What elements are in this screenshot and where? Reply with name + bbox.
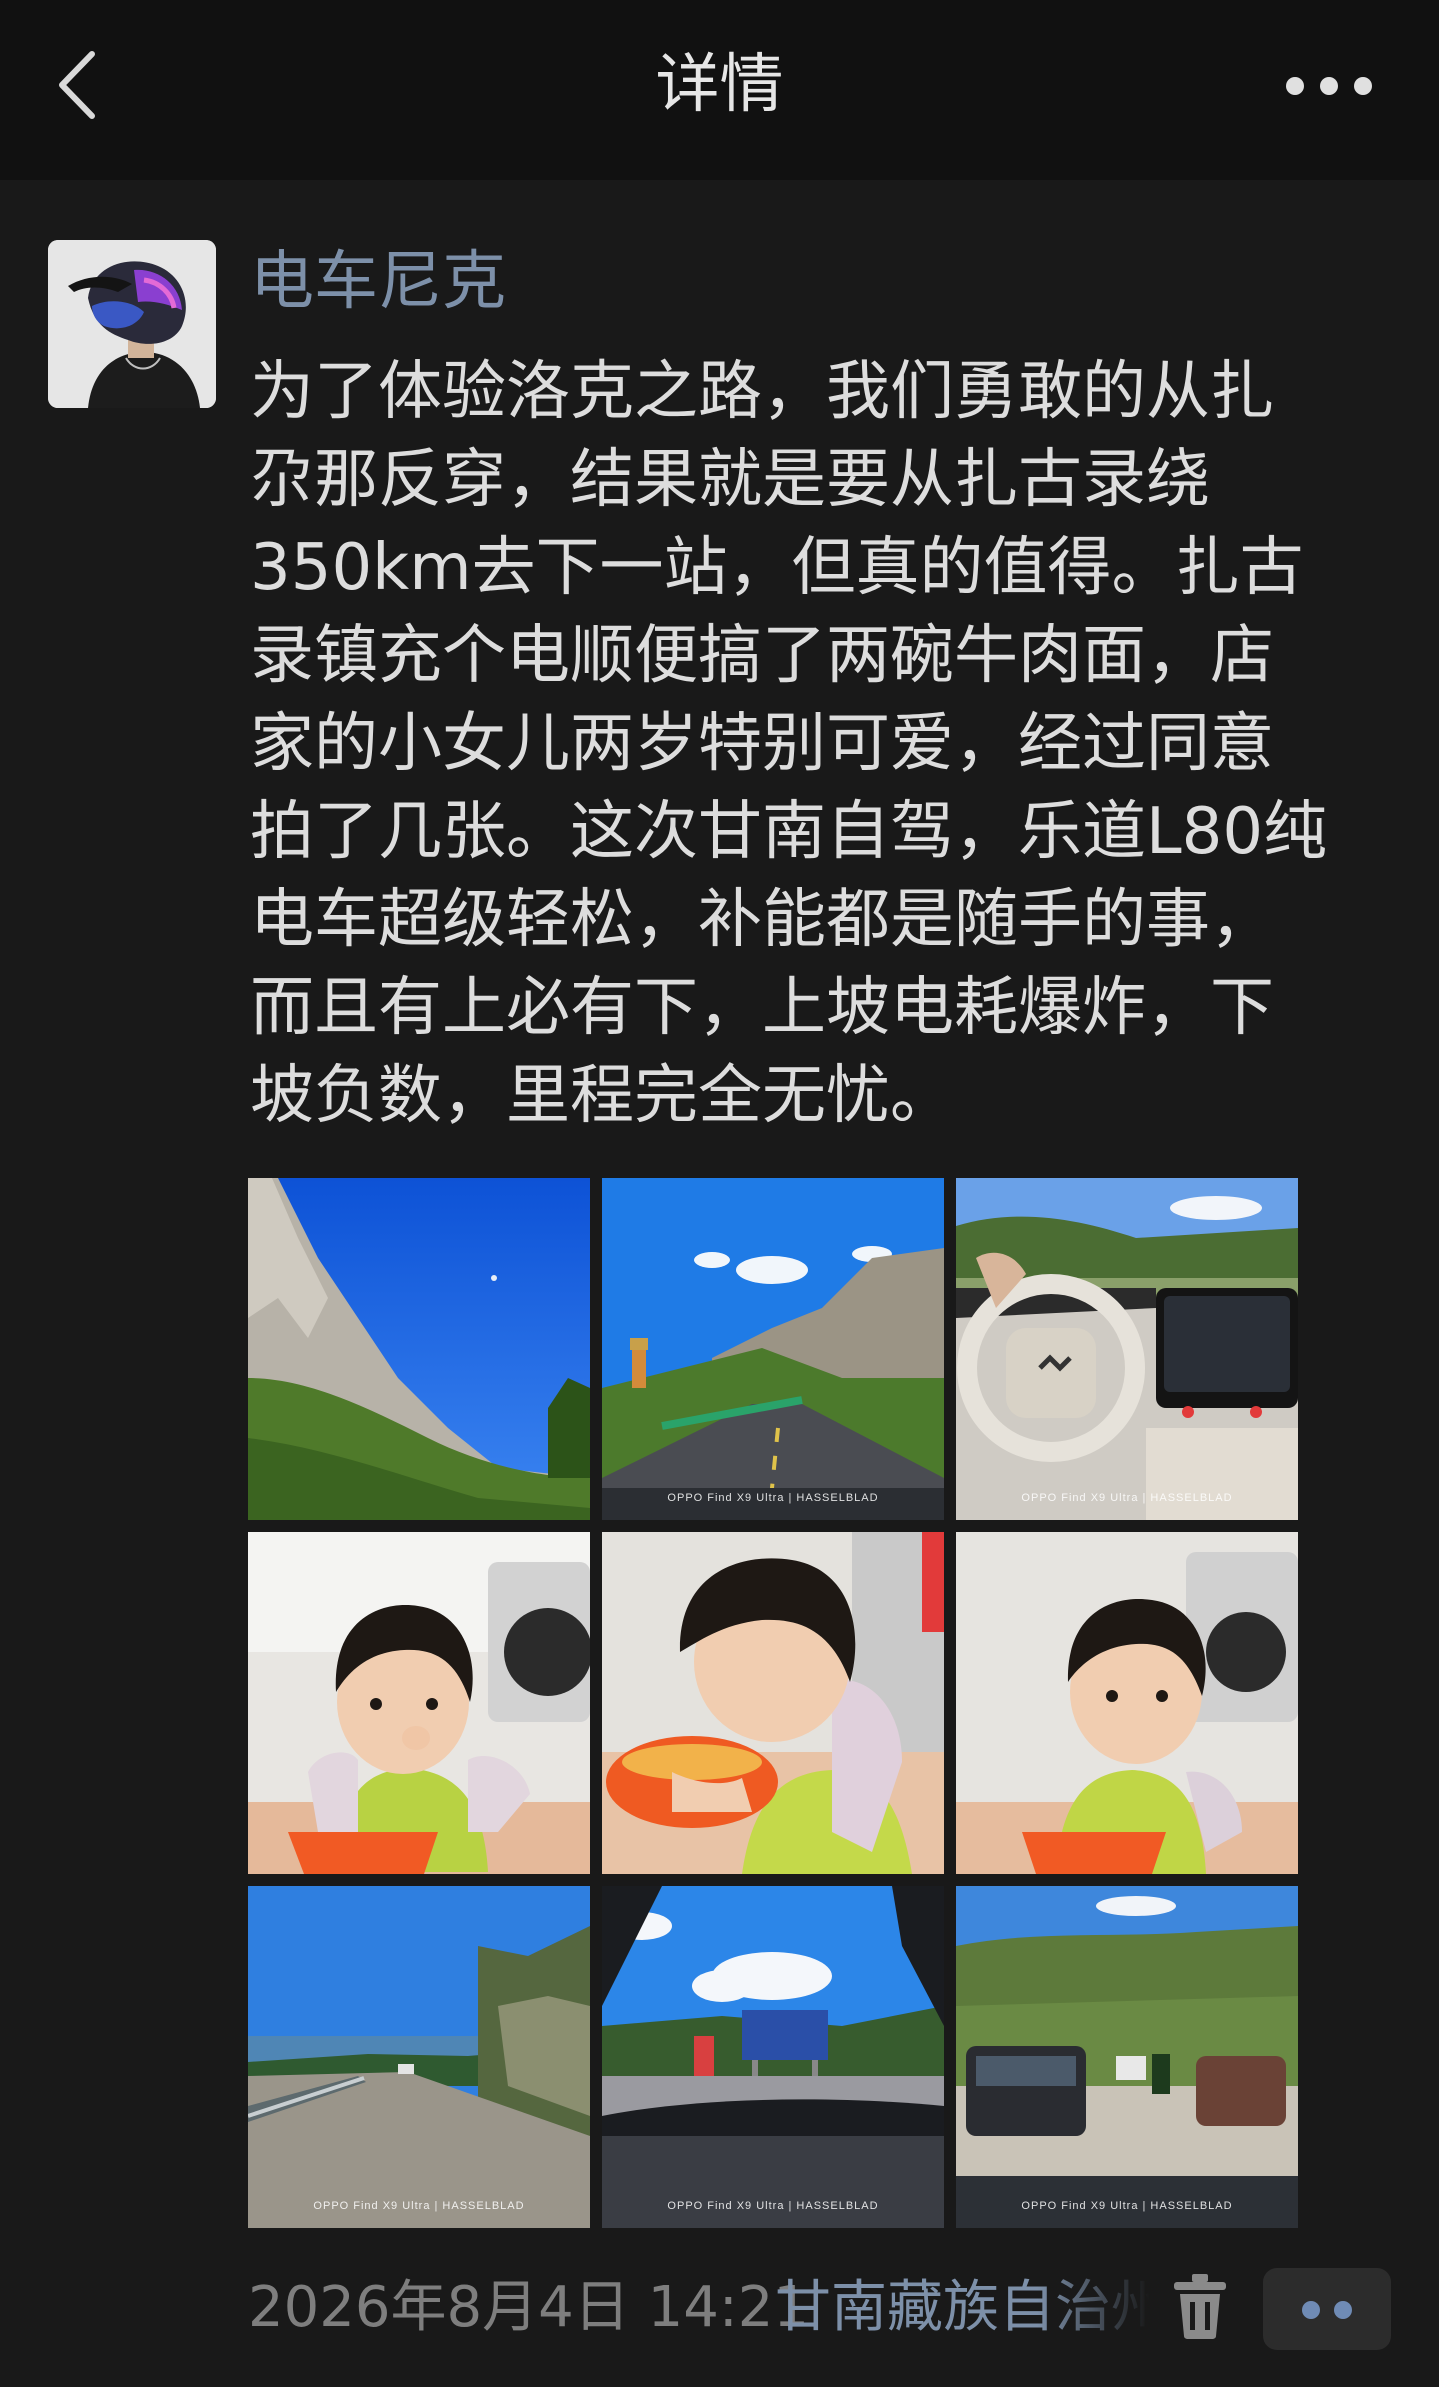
photo-2[interactable]: OPPO Find X9 Ultra | HASSELBLAD — [602, 1178, 944, 1520]
photo-grid: OPPO Find X9 Ultra | HASSELBLAD OPPO Fin… — [248, 1178, 1298, 2230]
camera-watermark: OPPO Find X9 Ultra | HASSELBLAD — [1021, 2200, 1233, 2212]
camera-watermark: OPPO Find X9 Ultra | HASSELBLAD — [313, 2200, 525, 2212]
photo-4[interactable] — [248, 1532, 590, 1874]
moment-detail-page: 详情 电车尼克 为了体验洛克之路，我们勇敢的从扎 尕那反穿，结果就是要从扎古录绕… — [0, 0, 1439, 2387]
girl-eating-image — [956, 1532, 1298, 1874]
girl-eating-image — [248, 1532, 590, 1874]
mountain-cliff-image — [248, 1178, 590, 1520]
cars-on-road-image — [956, 1886, 1298, 2228]
windshield-view-image — [602, 1886, 944, 2228]
camera-watermark: OPPO Find X9 Ultra | HASSELBLAD — [1021, 1492, 1233, 1504]
photo-7[interactable]: OPPO Find X9 Ultra | HASSELBLAD — [248, 1886, 590, 2228]
girl-eating-image — [602, 1532, 944, 1874]
comment-like-button[interactable] — [1263, 2268, 1391, 2350]
photo-5[interactable] — [602, 1532, 944, 1874]
author-avatar[interactable] — [48, 240, 216, 408]
delete-button[interactable] — [1172, 2272, 1228, 2340]
more-horizontal-icon — [1286, 77, 1372, 95]
more-options-button[interactable] — [1269, 48, 1389, 128]
post-location[interactable]: 甘南藏族自治州 — [775, 2268, 1150, 2348]
helmet-rider-avatar-image — [48, 240, 216, 408]
mountain-road-image — [602, 1178, 944, 1520]
top-bar: 详情 — [0, 0, 1439, 180]
chevron-left-icon — [59, 51, 95, 119]
photo-6[interactable] — [956, 1532, 1298, 1874]
back-button[interactable] — [40, 40, 120, 130]
photo-1[interactable] — [248, 1178, 590, 1520]
camera-watermark: OPPO Find X9 Ultra | HASSELBLAD — [667, 1492, 879, 1504]
post-timestamp: 2026年8月4日 14:21 — [248, 2275, 809, 2340]
car-interior-image — [956, 1178, 1298, 1520]
post-text: 为了体验洛克之路，我们勇敢的从扎 尕那反穿，结果就是要从扎古录绕 350km去下… — [250, 355, 1328, 1133]
author-name[interactable]: 电车尼克 — [250, 242, 506, 322]
page-title: 详情 — [655, 48, 784, 122]
photo-8[interactable]: OPPO Find X9 Ultra | HASSELBLAD — [602, 1886, 944, 2228]
camera-watermark: OPPO Find X9 Ultra | HASSELBLAD — [667, 2200, 879, 2212]
mountain-pass-road-image — [248, 1886, 590, 2228]
trash-icon — [1174, 2274, 1226, 2339]
comment-dots-icon — [1302, 2301, 1352, 2319]
photo-9[interactable]: OPPO Find X9 Ultra | HASSELBLAD — [956, 1886, 1298, 2228]
photo-3[interactable]: OPPO Find X9 Ultra | HASSELBLAD — [956, 1178, 1298, 1520]
